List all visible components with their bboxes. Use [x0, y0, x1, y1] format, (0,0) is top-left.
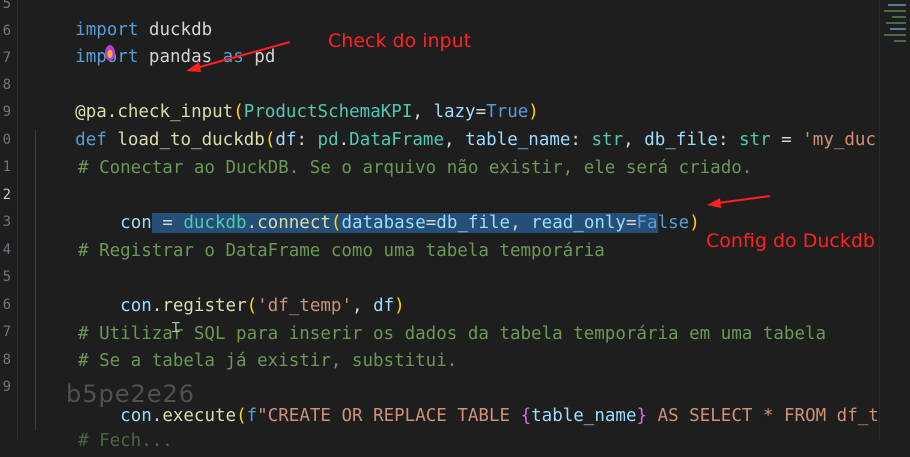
minimap-line [892, 16, 906, 18]
annotation-config-duckdb: Config do Duckdb [706, 230, 875, 252]
minimap-line [894, 40, 906, 42]
annotation-arrows [186, 41, 771, 208]
annotation-check-input: Check do input [328, 30, 472, 52]
arrow-check-input [186, 41, 291, 72]
minimap-line [890, 28, 906, 30]
minimap-line [884, 10, 906, 12]
arrow-config-duckdb [707, 195, 771, 208]
minimap-line [888, 4, 906, 6]
minimap[interactable] [879, 0, 910, 440]
minimap-line [884, 34, 906, 36]
minimap-line [886, 22, 906, 24]
